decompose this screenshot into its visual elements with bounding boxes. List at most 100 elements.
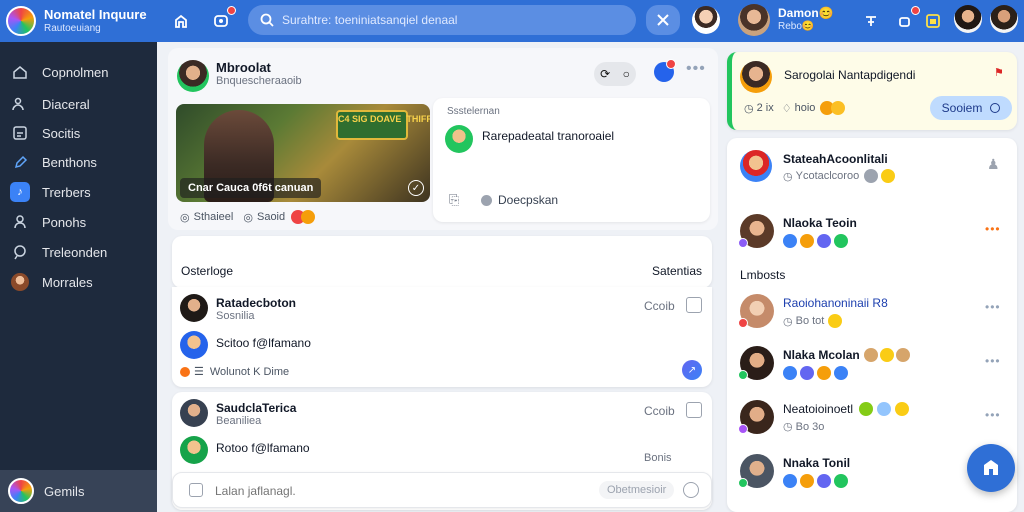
comment-avatar[interactable] [180,294,208,322]
badge-icon [783,234,797,248]
share-icon[interactable] [654,59,676,82]
emoji-picker-icon[interactable] [683,482,699,498]
highlight-flag-icon[interactable]: ⚑ [994,66,1004,79]
post-hero-image[interactable]: C4 SIG DOAVE THIFF Cnar Cauca 0f6t canua… [176,104,430,202]
status-dot [738,318,748,328]
person-avatar[interactable] [738,454,774,488]
notice-avatar[interactable] [445,125,473,153]
highlight-action-button[interactable]: Sooiem [930,96,1012,120]
user-name: Damon😊 [778,6,834,21]
person-name[interactable]: Neatoioinoetl [783,402,853,416]
brand[interactable]: Nomatel Inquure Rautoeuiang [6,4,162,38]
attach-icon[interactable]: ⎘ [449,192,459,208]
sidebar-item-label: Ponohs [42,214,87,230]
badge-icon [800,474,814,488]
view-icon: ◎ [180,211,190,224]
sidebar-item-benthons[interactable]: Benthons [0,147,157,177]
person-add-icon[interactable]: ♟ [987,156,1000,173]
reaction-laugh-icon[interactable] [301,210,316,224]
group-name[interactable]: StateahAcoonlitali [783,152,895,166]
puzzle-icon[interactable] [892,6,920,34]
person-avatar[interactable] [738,214,774,248]
reaction-icon [879,348,894,362]
person-name-row: Neatoioinoetl [783,402,910,416]
comment-time: Ccoib [644,299,675,313]
search-input[interactable] [282,13,602,27]
sidebar-footer[interactable]: Gemils [0,470,157,512]
sidebar-item-label: Socitis [42,125,81,141]
sidebar-item-treleonden[interactable]: Treleonden [0,237,157,267]
calendar-icon[interactable] [920,8,946,34]
highlight-title[interactable]: Sarogolai Nantapdigendi [784,68,915,82]
reply-author[interactable]: Scitoo f@lfamano [216,336,311,350]
sidebar-item-ponohs[interactable]: Ponohs [0,207,157,237]
user-block[interactable]: Damon😊 Rebo😊 [738,4,834,36]
reaction-icon [859,402,874,416]
badge-icon [800,366,814,380]
reply-avatar[interactable] [180,331,208,359]
sidebar-item-copnolmen[interactable]: Copnolmen [0,57,157,87]
home-nav-icon[interactable] [168,8,194,34]
edit-icon[interactable] [686,297,702,313]
refresh-icon: ⟳ [600,67,611,81]
reply-avatar[interactable] [180,436,208,464]
person-avatar[interactable] [738,346,774,380]
post-author-name[interactable]: Mbroolat [216,60,302,75]
contact-avatar-2[interactable] [990,5,1018,33]
comment-time: Ccoib [644,404,675,418]
comment-author[interactable]: Ratadecboton [216,296,296,310]
notification-bell-icon[interactable] [208,6,236,34]
person-avatar[interactable] [738,294,774,328]
person-name[interactable]: Nlaka Mcolan [783,348,860,362]
comment-author[interactable]: SaudclaTerica [216,401,296,415]
sidebar-item-diaceral[interactable]: Diaceral [0,89,157,119]
sidebar-item-label: Benthons [42,154,97,170]
avatar-icon [10,272,30,292]
translate-icon[interactable] [858,8,884,34]
person-more-icon[interactable]: ••• [985,408,1001,422]
reply-author[interactable]: Rotoo f@lfamano [216,441,310,455]
comment-input[interactable] [215,481,515,501]
profile-avatar[interactable] [692,6,720,34]
post-stat-b: Saoid [256,211,286,223]
person-more-icon[interactable]: ••• [985,222,1001,236]
person-more-icon[interactable]: ••• [985,354,1001,368]
person-more-icon[interactable]: ••• [985,300,1001,314]
comments-header-left[interactable]: Osterloge [181,264,233,278]
post-more-icon[interactable]: ••• [686,60,706,78]
comment-avatar[interactable] [180,399,208,427]
person-name[interactable]: Nnaka Tonil [783,456,850,470]
sidebar-item-morrales[interactable]: Morrales [0,267,157,297]
tag-icon: ♢ [781,102,792,115]
highlight-avatar[interactable] [740,61,772,93]
post-author-block: Mbroolat Bnquescheraaoib [216,60,302,87]
comments-header-right[interactable]: Satentias [652,264,702,278]
group-avatar[interactable] [740,150,772,182]
badge-icon [834,234,848,248]
compose-fab-button[interactable] [967,444,1015,492]
attach-icon[interactable] [189,483,203,497]
comment-input-bar[interactable]: Obetmesioir [172,472,712,508]
sidebar-item-socitis[interactable]: Socitis [0,118,157,148]
notice-action[interactable]: Doecpskan [481,193,558,207]
person-name[interactable]: Nlaoka Teoin [783,216,857,230]
group-sub-row: ◷ Ycotaclcoroo [783,169,896,183]
post-author-avatar[interactable] [177,60,209,92]
person-name[interactable]: Raoiohanoninaii R8 [783,296,888,310]
search-bar[interactable] [248,5,636,35]
post-options-toggle[interactable]: ⟳ ○ [594,62,636,86]
send-icon[interactable]: ↗ [682,360,702,380]
highlight-meta-b: hoio [794,102,816,114]
contact-avatar-1[interactable] [954,5,982,33]
person-avatar[interactable] [738,400,774,434]
highlight-meta: ◷ 2 ix ♢ hoio [744,101,846,115]
sidebar-item-trerbers[interactable]: ♪ Trerbers [0,177,157,207]
post-stat-a: Sthaieel [193,211,234,223]
highlight-action-label: Sooiem [941,101,983,115]
filter-button[interactable] [646,5,680,35]
check-icon[interactable]: ✓ [408,180,424,196]
share-badge [666,59,676,69]
edit-icon[interactable] [686,402,702,418]
send-comment-button[interactable]: Obetmesioir [599,481,675,499]
badge-icon [817,234,831,248]
